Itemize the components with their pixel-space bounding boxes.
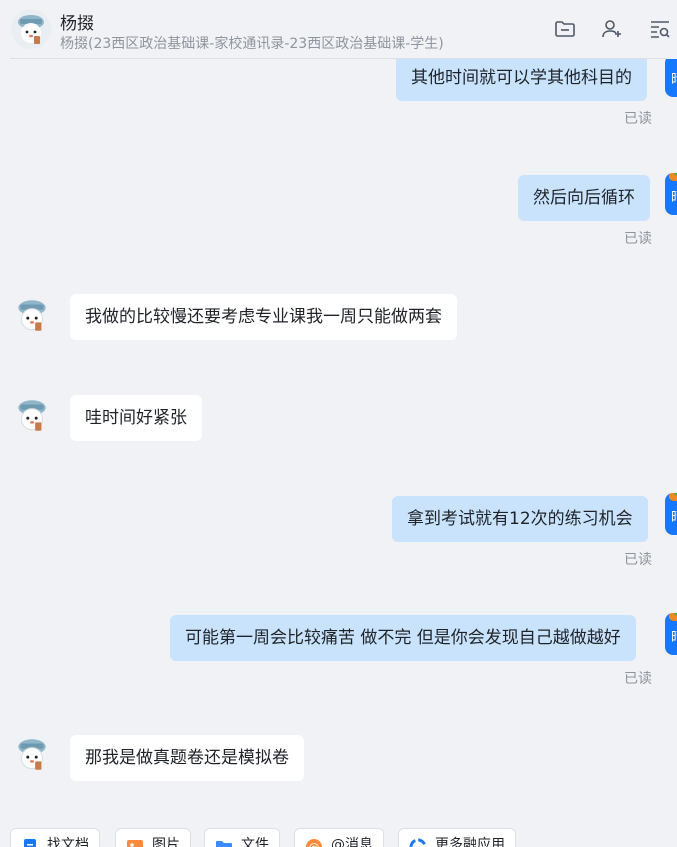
contact-subtitle: 杨掇(23西区政治基础课-家校通讯录-23西区政治基础课-学生) [60, 36, 444, 52]
folder-icon[interactable] [553, 17, 577, 41]
my-avatar[interactable]: 晴 [665, 613, 677, 655]
svg-text:@: @ [309, 841, 320, 847]
at-icon: @ [305, 836, 323, 847]
read-status: 已读 [624, 671, 652, 687]
my-avatar[interactable]: 晴 [665, 59, 677, 97]
find-doc-button[interactable]: 找文档 [10, 828, 100, 847]
input-toolbar: 找文档 图片 文件 @ @消息 更多融应用 [0, 822, 677, 847]
folder-icon [215, 836, 233, 847]
message-list[interactable]: 其他时间就可以学其他科目的 晴 已读 然后向后循环 晴 已读 我做的比较慢还要考… [0, 59, 677, 822]
more-apps-button[interactable]: 更多融应用 [398, 828, 516, 847]
chat-header: 杨掇 杨掇(23西区政治基础课-家校通讯录-23西区政治基础课-学生) [0, 0, 677, 58]
read-status: 已读 [624, 111, 652, 127]
apps-icon [409, 836, 427, 847]
doc-icon [21, 836, 39, 847]
contact-avatar[interactable] [11, 9, 51, 49]
file-button[interactable]: 文件 [204, 828, 280, 847]
image-icon [126, 836, 144, 847]
read-status: 已读 [624, 552, 652, 568]
contact-avatar[interactable] [11, 294, 53, 336]
my-avatar[interactable]: 晴 [665, 173, 677, 215]
read-status: 已读 [624, 231, 652, 247]
my-message-bubble[interactable]: 其他时间就可以学其他科目的 [396, 59, 647, 101]
image-button[interactable]: 图片 [115, 828, 191, 847]
their-message-bubble[interactable]: 我做的比较慢还要考虑专业课我一周只能做两套 [70, 294, 457, 340]
mention-button[interactable]: @ @消息 [294, 828, 384, 847]
their-message-bubble[interactable]: 哇时间好紧张 [70, 395, 202, 441]
my-message-bubble[interactable]: 然后向后循环 [518, 175, 650, 221]
search-history-icon[interactable] [648, 17, 672, 41]
my-avatar[interactable]: 晴 [665, 493, 677, 535]
contact-avatar[interactable] [11, 733, 53, 775]
their-message-bubble[interactable]: 那我是做真题卷还是模拟卷 [70, 735, 304, 781]
contact-avatar[interactable] [11, 394, 53, 436]
contact-name: 杨掇 [60, 14, 94, 34]
my-message-bubble[interactable]: 拿到考试就有12次的练习机会 [392, 496, 648, 542]
add-member-icon[interactable] [600, 17, 624, 41]
my-message-bubble[interactable]: 可能第一周会比较痛苦 做不完 但是你会发现自己越做越好 [170, 615, 636, 661]
